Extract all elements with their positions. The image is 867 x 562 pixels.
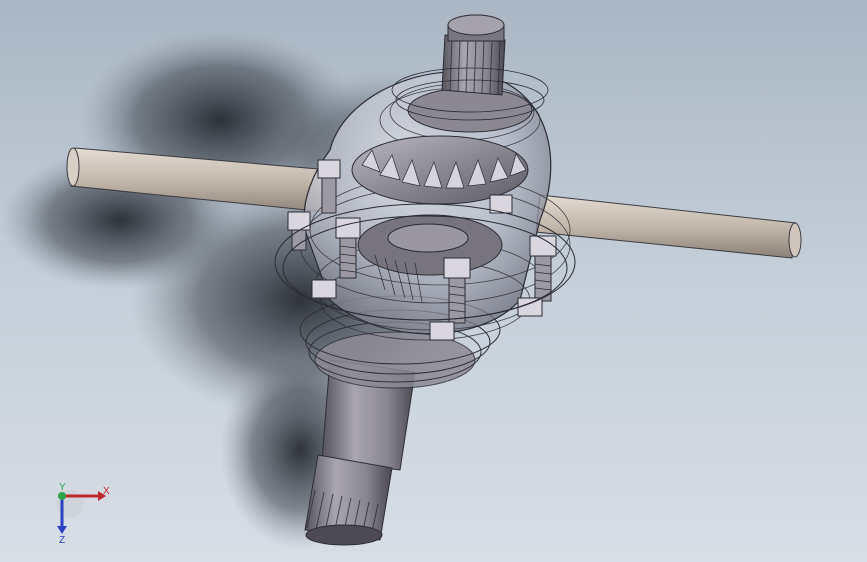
bolt[interactable] bbox=[517, 297, 543, 317]
bolt[interactable] bbox=[335, 217, 361, 279]
z-axis-label: Z bbox=[59, 535, 65, 546]
y-axis-dot bbox=[58, 492, 66, 500]
x-axis-label: X bbox=[103, 486, 110, 497]
bolt[interactable] bbox=[311, 279, 337, 299]
3d-viewport[interactable]: X Y Z bbox=[0, 0, 867, 562]
bolt[interactable] bbox=[429, 321, 455, 341]
axle-shaft-right[interactable] bbox=[535, 194, 802, 259]
input-spline-shaft[interactable] bbox=[391, 14, 549, 133]
z-axis-arrow-head bbox=[57, 526, 67, 534]
orientation-triad: X Y Z bbox=[56, 482, 110, 546]
ring-gear[interactable] bbox=[351, 135, 529, 205]
model-render[interactable] bbox=[0, 0, 867, 562]
y-axis-label: Y bbox=[59, 482, 66, 493]
